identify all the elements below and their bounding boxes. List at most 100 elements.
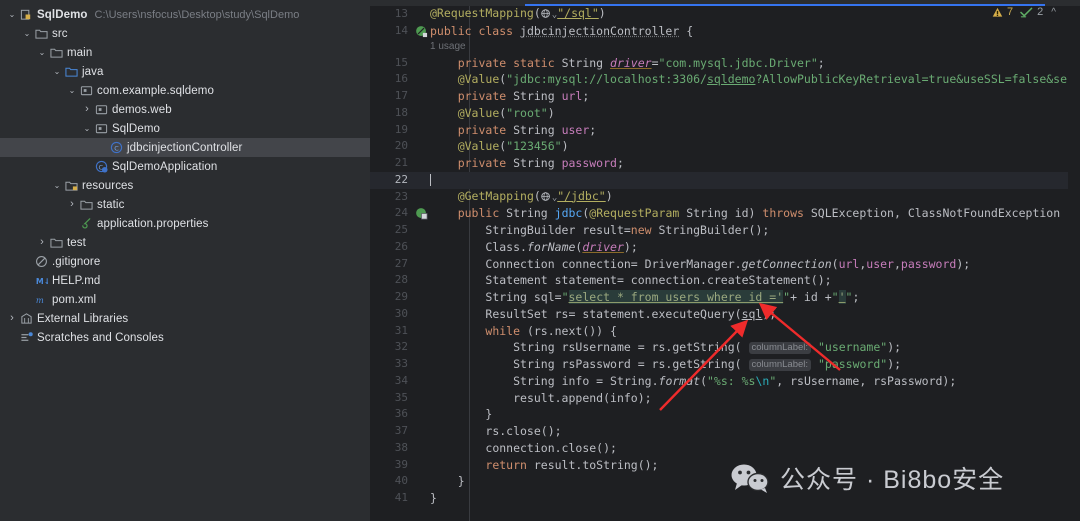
chevron-up-icon[interactable]: ^ [1051, 7, 1056, 18]
code-line-36[interactable]: 36 } [370, 406, 1080, 423]
code-line-38[interactable]: 38 connection.close(); [370, 440, 1080, 457]
line-number: 40 [394, 474, 408, 488]
tree-item-label: SqlDemoApplication [112, 160, 218, 173]
tree-item--gitignore[interactable]: .gitignore [0, 252, 370, 271]
code-line-text: rs.close(); [485, 424, 562, 438]
tree-item-label: test [67, 236, 86, 249]
editor-scrollbar[interactable] [1068, 6, 1080, 521]
svg-text:m: m [35, 295, 43, 305]
chevron-right-icon[interactable]: › [66, 195, 78, 214]
project-tree-panel[interactable]: ⌄ SqlDemo C:\Users\nsfocus\Desktop\study\S… [0, 0, 370, 521]
tree-item-main[interactable]: ⌄ main [0, 43, 370, 62]
tree-item-jdbcinjectioncontroller[interactable]: CjdbcinjectionController [0, 138, 370, 157]
tree-item-label: External Libraries [37, 312, 129, 325]
tree-item-sqldemo[interactable]: ⌄ SqlDemo C:\Users\nsfocus\Desktop\study\S… [0, 5, 370, 24]
usage-count-label[interactable]: 1 usage [412, 39, 466, 56]
code-line-16[interactable]: 16 @Value("jdbc:mysql://localhost:3306/s… [370, 71, 1080, 88]
code-line-25[interactable]: 25 StringBuilder result=new StringBuilde… [370, 222, 1080, 239]
inspection-status-widget[interactable]: 7 2 ^ [992, 6, 1056, 18]
chevron-down-icon[interactable]: ⌄ [66, 81, 78, 100]
tree-item-static[interactable]: › static [0, 195, 370, 214]
code-line-text [412, 172, 1080, 189]
line-number: 26 [394, 239, 408, 253]
code-line-18[interactable]: 18 @Value("root") [370, 105, 1080, 122]
code-line-26[interactable]: 26 Class.forName(driver); [370, 239, 1080, 256]
code-line-35[interactable]: 35 result.append(info); [370, 390, 1080, 407]
code-line-34[interactable]: 34 String info = String.format("%s: %s\n… [370, 373, 1080, 390]
chevron-down-icon[interactable]: ⌄ [51, 176, 63, 195]
chevron-down-icon[interactable]: ⌄ [36, 43, 48, 62]
code-line-29[interactable]: 29 String sql="select * from users where… [370, 289, 1080, 306]
tree-item-com-example-sqldemo[interactable]: ⌄ com.example.sqldemo [0, 81, 370, 100]
code-line-22[interactable]: 22 [370, 171, 1080, 189]
code-line-14[interactable]: 14 public class jdbcinjectionController { [370, 23, 1080, 40]
line-number: 24 [394, 206, 408, 220]
chevron-down-icon[interactable]: ⌄ [51, 62, 63, 81]
tree-item-demos-web[interactable]: › demos.web [0, 100, 370, 119]
code-line-24[interactable]: 24 public String jdbc(@RequestParam Stri… [370, 205, 1080, 222]
tree-item-external-libraries[interactable]: › External Libraries [0, 309, 370, 328]
svg-text:C: C [114, 144, 119, 152]
chevron-right-icon[interactable]: › [81, 100, 93, 119]
tree-item-scratches-and-consoles[interactable]: Scratches and Consoles [0, 328, 370, 347]
line-number: 22 [394, 172, 408, 186]
tree-item-sqldemo[interactable]: ⌄ SqlDemo [0, 119, 370, 138]
code-line-19[interactable]: 19 private String user; [370, 122, 1080, 139]
code-line-21[interactable]: 21 private String password; [370, 155, 1080, 172]
code-line-text: public String jdbc(@RequestParam String … [457, 206, 1074, 221]
line-number: 33 [394, 357, 408, 370]
code-content[interactable]: 13 @RequestMapping(⌄"/sql") 14 public class… [370, 6, 1080, 521]
chevron-right-icon[interactable]: › [6, 309, 18, 328]
tree-item-pom-xml[interactable]: m pom.xml [0, 290, 370, 309]
code-line-27[interactable]: 27 Connection connection= DriverManager.… [370, 256, 1080, 273]
code-lines[interactable]: 13 @RequestMapping(⌄"/sql") 14 public class… [370, 6, 1080, 507]
maven-icon: m [33, 293, 49, 306]
tree-item-label: java [82, 65, 104, 78]
tree-item-resources[interactable]: ⌄ resources [0, 176, 370, 195]
spring-url-icon[interactable] [415, 207, 428, 220]
tree-item-test[interactable]: › test [0, 233, 370, 252]
code-line-17[interactable]: 17 private String url; [370, 88, 1080, 105]
project-tree[interactable]: ⌄ SqlDemo C:\Users\nsfocus\Desktop\study\S… [0, 5, 370, 347]
chevron-right-icon[interactable]: › [36, 233, 48, 252]
source-root-icon [63, 65, 79, 78]
tree-item-label: com.example.sqldemo [97, 84, 214, 97]
chevron-down-icon[interactable]: ⌄ [81, 119, 93, 138]
code-line-23[interactable]: 23 @GetMapping(⌄"/jdbc") [370, 189, 1080, 206]
spring-bean-icon[interactable] [415, 25, 428, 38]
spring-class-icon: C [93, 160, 109, 173]
line-number: 17 [394, 89, 408, 102]
code-line-20[interactable]: 20 @Value("123456") [370, 138, 1080, 155]
code-line-text: connection.close(); [485, 440, 617, 455]
code-line-text: public class jdbcinjectionController { [430, 23, 694, 38]
properties-icon [78, 217, 94, 230]
tree-item-label: .gitignore [52, 255, 101, 268]
tree-item-application-properties[interactable]: application.properties [0, 214, 370, 233]
module-icon [18, 8, 34, 21]
tree-item-java[interactable]: ⌄ java [0, 62, 370, 81]
code-line-15[interactable]: 15 private static String driver="com.mys… [370, 55, 1080, 72]
chevron-down-icon[interactable]: ⌄ [21, 24, 33, 43]
inspections-ok-icon [1020, 7, 1033, 18]
code-line-37[interactable]: 37 rs.close(); [370, 423, 1080, 440]
svg-text:M↓: M↓ [35, 277, 47, 286]
line-number: 30 [394, 306, 408, 320]
code-line-text: @RequestMapping(⌄"/sql") [430, 6, 606, 20]
code-line-text: @Value("jdbc:mysql://localhost:3306/sqld… [457, 72, 1080, 87]
code-line-31[interactable]: 31 while (rs.next()) { [370, 323, 1080, 340]
tree-item-help-md[interactable]: M↓ HELP.md [0, 271, 370, 290]
code-line-28[interactable]: 28 Statement statement= connection.creat… [370, 272, 1080, 289]
chevron-down-icon[interactable]: ⌄ [6, 5, 18, 24]
tree-item-src[interactable]: ⌄ src [0, 24, 370, 43]
tree-item-label: SqlDemo [37, 8, 88, 21]
code-line-32[interactable]: 32 String rsUsername = rs.getString( col… [370, 339, 1080, 356]
code-line-33[interactable]: 33 String rsPassword = rs.getString( col… [370, 356, 1080, 373]
line-number: 16 [394, 72, 408, 86]
code-line-30[interactable]: 30 ResultSet rs= statement.executeQuery(… [370, 306, 1080, 323]
code-line-13[interactable]: 13 @RequestMapping(⌄"/sql") [370, 6, 1080, 23]
tree-item-sqldemoapplication[interactable]: C SqlDemoApplication [0, 157, 370, 176]
code-editor-panel[interactable]: 7 2 ^ 13 @RequestMapping(⌄"/sql") 14 public… [370, 0, 1080, 521]
line-number: 18 [394, 105, 408, 119]
line-number: 31 [394, 323, 408, 337]
code-line-text: String rsUsername = rs.getString( column… [513, 340, 902, 355]
